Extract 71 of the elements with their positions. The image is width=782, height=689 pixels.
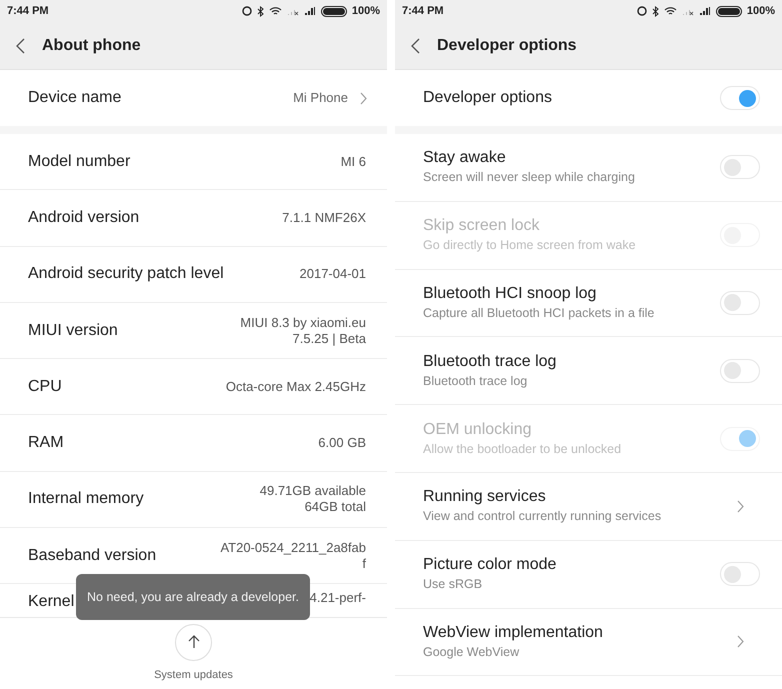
row-title: Running services [423,487,547,508]
row-value: f [362,556,366,572]
row-value: MI 6 [340,154,366,170]
row-subtitle: Screen will never sleep while charging [423,169,635,186]
wifi-icon [664,6,677,16]
system-updates-label: System updates [154,668,233,683]
row-label: MIUI version [28,320,118,341]
chevron-icon [360,92,367,104]
sync-icon [636,6,647,16]
status-time: 7:44 PM [402,4,444,19]
back-icon[interactable] [16,38,26,54]
up-arrow-icon [188,635,200,650]
bluetooth-icon [256,6,264,16]
battery-icon [320,6,347,16]
row-value: 49.71GB available [260,483,366,500]
device-name-row[interactable]: Device name Mi Phone [0,70,387,126]
status-time: 7:44 PM [7,4,49,19]
row-subtitle: Google WebView [423,644,520,661]
row-title: Picture color mode [423,555,556,576]
signal-icon [304,6,316,16]
row-title: Skip screen lock [423,216,540,236]
row-value: 6.00 GB [318,435,366,452]
row-label: RAM [28,433,64,454]
row-subtitle: Allow the bootloader to be unlocked [423,440,622,458]
row-label: Android version [28,208,140,228]
signal-icon [698,6,711,16]
row-label: Model number [28,152,130,172]
battery-level: 100% [352,4,380,19]
battery-level: 100% [746,4,775,19]
row-value: 2017-04-01 [300,266,366,282]
wifi-icon [268,6,282,16]
row-subtitle: Go directly to Home screen from wake [423,237,636,254]
row-value: 4.21-perf- [310,590,366,606]
row-label: Baseband version [28,546,156,566]
back-icon[interactable] [411,38,421,54]
row-subtitle: Bluetooth trace log [423,372,528,390]
system-updates-button[interactable] [175,624,212,661]
chevron-icon [737,500,744,513]
toggle-switch[interactable] [720,358,760,383]
toggle-switch[interactable] [720,562,760,586]
row-subtitle: Capture all Bluetooth HCI packets in a file [423,304,654,322]
row-value: Mi Phone [293,89,348,108]
row-subtitle: Use sRGB [423,576,484,594]
row-label: Kernel [28,592,74,612]
page-title: About phone [42,36,141,56]
row-title: OEM unlocking [423,420,532,440]
chevron-icon [737,635,744,648]
row-subtitle: View and control currently running services [423,508,662,526]
bluetooth-icon [652,6,659,16]
battery-icon [716,6,742,16]
row-label: CPU [28,376,62,397]
row-value: 64GB total [304,499,366,516]
toggle-switch[interactable] [720,155,760,180]
row-label: Android security patch level [28,264,224,284]
row-title: WebView implementation [423,622,603,643]
row-label: Internal memory [28,489,144,510]
row-value: 7.5.25 | Beta [292,330,366,347]
sync-icon [242,6,252,16]
row-title: Bluetooth HCI snoop log [423,284,598,304]
page-title: Developer options [437,36,577,56]
row-value: Octa-core Max 2.45GHz [226,378,366,395]
row-value: MIUI 8.3 by xiaomi.eu [240,314,366,331]
row-title: Bluetooth trace log [423,352,556,372]
row-value: 7.1.1 NMF26X [282,210,366,226]
row-label: Device name [28,88,122,108]
row-value: AT20-0524_2211_2a8fab [220,540,366,556]
row-label: Developer options [423,88,552,108]
toggle-switch[interactable] [720,290,760,315]
toast-message: No need, you are already a developer. [76,574,310,620]
toggle-switch[interactable] [720,86,760,110]
row-title: Stay awake [423,148,507,168]
